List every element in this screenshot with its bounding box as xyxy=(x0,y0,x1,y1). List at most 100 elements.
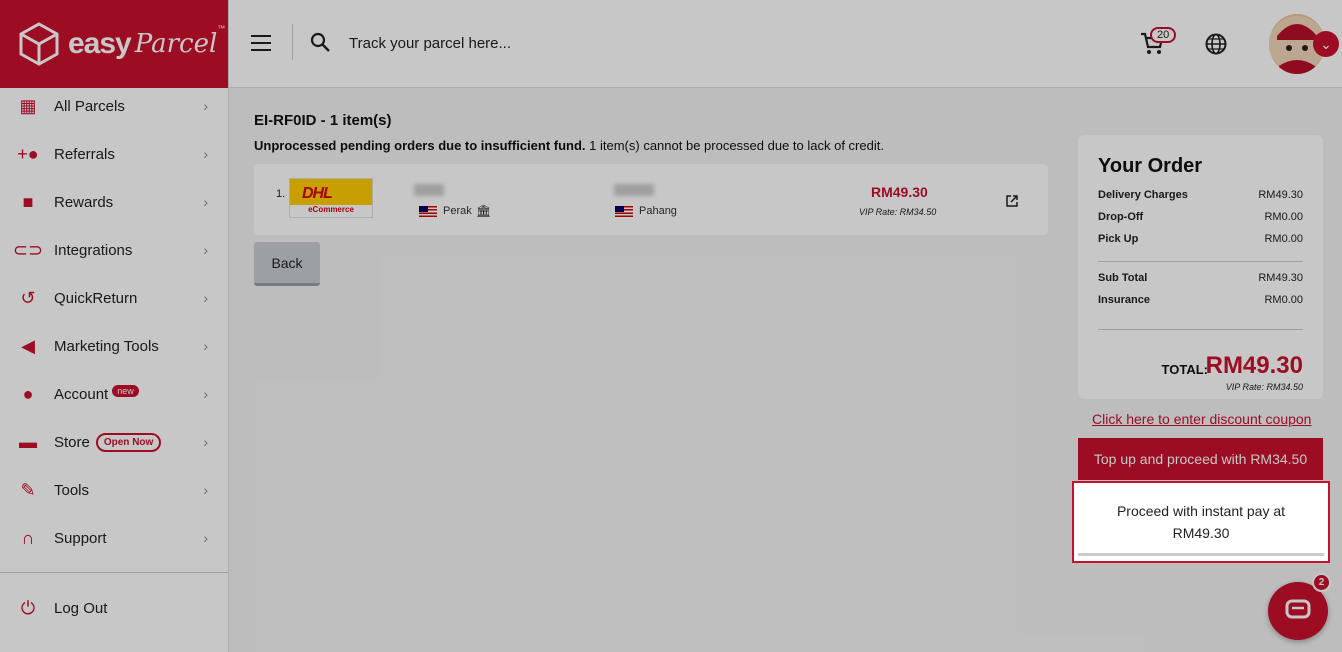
external-link-icon[interactable] xyxy=(1005,194,1019,208)
sidebar-item-tools[interactable]: ✎ Tools › xyxy=(0,470,228,510)
cart-count-badge: 20 xyxy=(1150,27,1177,43)
summary-divider xyxy=(1098,261,1303,262)
top-bar: 20 ⌄ xyxy=(229,0,1342,88)
sidebar-item-quickreturn[interactable]: ↺ QuickReturn › xyxy=(0,278,228,318)
logo[interactable]: easy Parcel ™ xyxy=(0,0,228,88)
summary-label: Sub Total xyxy=(1098,272,1148,284)
sidebar-item-label: Store xyxy=(54,433,90,451)
hamburger-menu-icon[interactable] xyxy=(249,30,273,54)
instant-pay-label-1: Proceed with instant pay at xyxy=(1116,502,1286,519)
total-value: RM49.30 xyxy=(1205,352,1303,379)
total-vip-rate: VIP Rate: RM34.50 xyxy=(1225,382,1303,392)
order-title: EI-RF0ID - 1 item(s) xyxy=(254,112,392,129)
sidebar-item-label: All Parcels xyxy=(54,97,125,115)
sidebar-item-account[interactable]: ● Account new › xyxy=(0,374,228,414)
summary-row: Delivery Charges RM49.30 xyxy=(1098,189,1303,201)
logout-button[interactable]: ⏻ Log Out xyxy=(0,588,228,628)
brand-name: easy xyxy=(68,27,132,60)
power-icon: ⏻ xyxy=(20,597,36,618)
back-button[interactable]: Back xyxy=(254,242,320,286)
logout-label: Log Out xyxy=(54,599,108,617)
search-icon[interactable] xyxy=(309,31,331,53)
summary-label: Pick Up xyxy=(1098,233,1139,245)
megaphone-icon: ◀ xyxy=(21,335,35,356)
sidebar-item-all-parcels[interactable]: ▦ All Parcels › xyxy=(0,86,228,126)
malaysia-flag-icon xyxy=(419,206,437,217)
insufficient-fund-warning: Unprocessed pending orders due to insuff… xyxy=(254,138,884,153)
chevron-down-icon[interactable]: ⌄ xyxy=(1313,31,1339,57)
summary-row: Sub Total RM49.30 xyxy=(1098,272,1303,284)
receiver-name-blurred xyxy=(614,184,654,196)
instant-pay-button[interactable]: Proceed with instant pay at RM49.30 xyxy=(1078,490,1324,556)
brand-tm: ™ xyxy=(217,24,226,33)
to-state: Pahang xyxy=(639,205,677,217)
sidebar-item-label: Integrations xyxy=(54,241,133,259)
instant-pay-label-2: RM49.30 xyxy=(1172,524,1230,541)
chevron-right-icon: › xyxy=(203,482,208,498)
bank-icon: 🏛 xyxy=(476,204,492,218)
chevron-right-icon: › xyxy=(203,242,208,258)
sidebar-item-label: Tools xyxy=(54,481,90,499)
return-icon: ↺ xyxy=(20,287,36,308)
sidebar-divider xyxy=(0,572,228,573)
chevron-right-icon: › xyxy=(203,386,208,402)
courier-name: DHL xyxy=(302,185,333,202)
link-icon: ⊂⊃ xyxy=(12,239,44,260)
topup-proceed-button[interactable]: Top up and proceed with RM34.50 xyxy=(1078,438,1323,480)
brand-script: Parcel xyxy=(134,29,218,59)
chevron-right-icon: › xyxy=(203,290,208,306)
summary-row: Drop-Off RM0.00 xyxy=(1098,211,1303,223)
summary-title: Your Order xyxy=(1098,155,1203,177)
sidebar-item-integrations[interactable]: ⊂⊃ Integrations › xyxy=(0,230,228,270)
sidebar-item-label: Account xyxy=(54,385,109,403)
sidebar-item-label: Marketing Tools xyxy=(54,337,159,355)
total-label: TOTAL: xyxy=(1161,362,1208,377)
parcel-row: 1. DHL eCommerce Perak 🏛 Pahang RM49.30 … xyxy=(254,164,1048,235)
sidebar: easy Parcel ™ ▦ All Parcels › +● Referra… xyxy=(0,0,229,652)
sidebar-item-label: Referrals xyxy=(54,145,115,163)
summary-label: Delivery Charges xyxy=(1098,189,1188,201)
malaysia-flag-icon xyxy=(615,206,633,217)
new-badge: new xyxy=(112,385,139,397)
summary-row: Pick Up RM0.00 xyxy=(1098,233,1303,245)
headset-icon: ∩ xyxy=(21,527,35,548)
track-parcel-input[interactable] xyxy=(349,30,749,56)
open-now-badge: Open Now xyxy=(95,432,162,452)
gift-icon: ■ xyxy=(22,191,34,212)
chevron-right-icon: › xyxy=(203,98,208,114)
boxes-icon: ▦ xyxy=(19,95,37,116)
chevron-right-icon: › xyxy=(203,194,208,210)
parcel-price: RM49.30 xyxy=(871,184,928,200)
sidebar-item-support[interactable]: ∩ Support › xyxy=(0,518,228,558)
warning-bold: Unprocessed pending orders due to insuff… xyxy=(254,138,586,153)
cube-logo-icon xyxy=(19,22,59,66)
summary-value: RM0.00 xyxy=(1264,294,1303,306)
sidebar-item-label: QuickReturn xyxy=(54,289,138,307)
instant-pay-highlight: Proceed with instant pay at RM49.30 xyxy=(1072,481,1330,563)
from-state: Perak xyxy=(443,205,472,217)
discount-coupon-link[interactable]: Click here to enter discount coupon xyxy=(1092,411,1311,427)
sidebar-item-rewards[interactable]: ■ Rewards › xyxy=(0,182,228,222)
chevron-right-icon: › xyxy=(203,338,208,354)
users-add-icon: +● xyxy=(17,143,39,164)
sidebar-item-store[interactable]: ▬ Store Open Now › xyxy=(0,422,228,462)
summary-label: Drop-Off xyxy=(1098,211,1144,223)
sidebar-item-label: Rewards xyxy=(54,193,114,211)
summary-value: RM49.30 xyxy=(1258,189,1303,201)
sidebar-item-label: Support xyxy=(54,529,107,547)
sidebar-item-referrals[interactable]: +● Referrals › xyxy=(0,134,228,174)
globe-icon[interactable] xyxy=(1204,32,1228,56)
order-summary: Your Order Delivery Charges RM49.30 Drop-… xyxy=(1078,135,1323,399)
summary-value: RM0.00 xyxy=(1264,233,1303,245)
sidebar-item-marketing-tools[interactable]: ◀ Marketing Tools › xyxy=(0,326,228,366)
chevron-right-icon: › xyxy=(203,146,208,162)
topbar-divider xyxy=(292,24,293,60)
chevron-right-icon: › xyxy=(203,530,208,546)
wrench-icon: ✎ xyxy=(20,479,36,500)
chat-unread-badge: 2 xyxy=(1312,573,1331,592)
summary-row: Insurance RM0.00 xyxy=(1098,294,1303,306)
summary-label: Insurance xyxy=(1098,294,1150,306)
store-icon: ▬ xyxy=(19,431,37,452)
sender-name-blurred xyxy=(414,184,444,196)
chevron-right-icon: › xyxy=(203,434,208,450)
